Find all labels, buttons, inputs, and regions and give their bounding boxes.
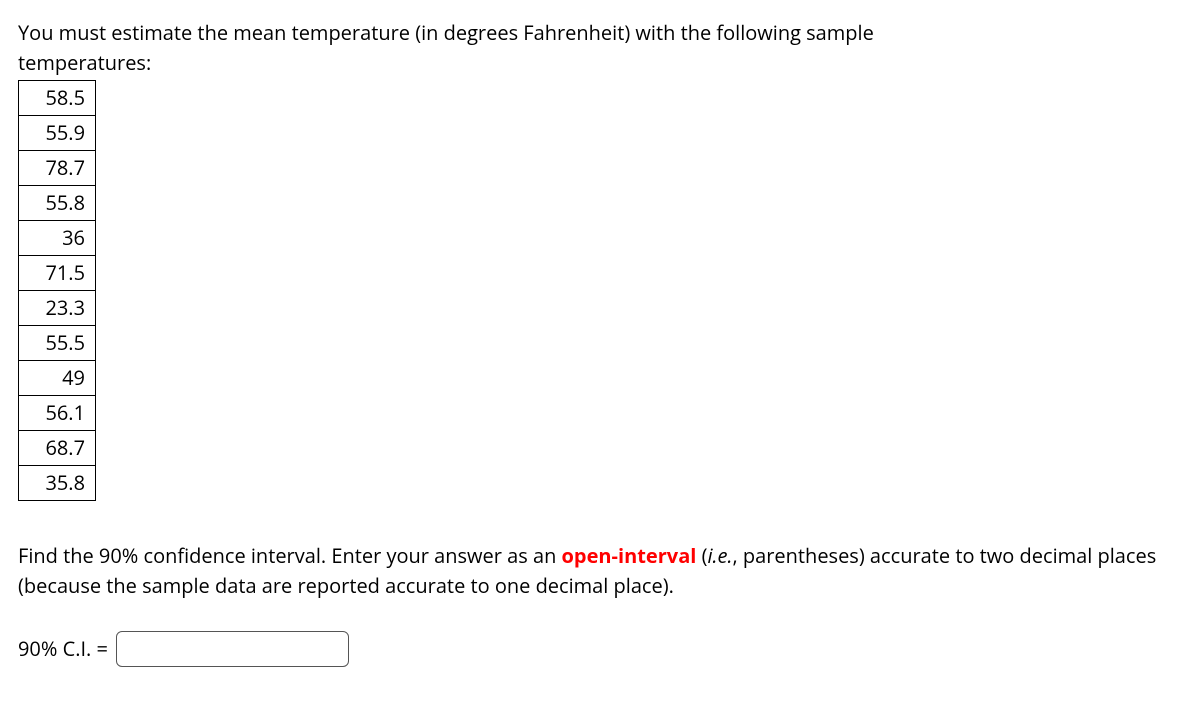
table-row: 58.5 — [19, 81, 96, 116]
instructions-mid1: ( — [696, 542, 707, 569]
intro-line-2: temperatures: — [18, 49, 151, 76]
table-row: 23.3 — [19, 291, 96, 326]
instructions-prefix: Find the 90% confidence interval. Enter … — [18, 542, 562, 569]
table-row: 55.9 — [19, 116, 96, 151]
temperature-cell: 35.8 — [19, 466, 96, 501]
instructions-text: Find the 90% confidence interval. Enter … — [18, 541, 1182, 601]
table-row: 55.5 — [19, 326, 96, 361]
intro-line-1: You must estimate the mean temperature (… — [18, 19, 874, 46]
temperature-cell: 78.7 — [19, 151, 96, 186]
table-row: 35.8 — [19, 466, 96, 501]
table-row: 56.1 — [19, 396, 96, 431]
open-interval-label: open-interval — [562, 542, 697, 569]
intro-text: You must estimate the mean temperature (… — [18, 18, 1182, 78]
answer-label: 90% C.I. = — [18, 634, 108, 664]
temperature-cell: 55.5 — [19, 326, 96, 361]
temperature-cell: 36 — [19, 221, 96, 256]
temperature-cell: 56.1 — [19, 396, 96, 431]
ie-text: i.e. — [707, 542, 732, 569]
table-row: 78.7 — [19, 151, 96, 186]
table-row: 55.8 — [19, 186, 96, 221]
temperature-cell: 55.8 — [19, 186, 96, 221]
table-row: 49 — [19, 361, 96, 396]
table-row: 71.5 — [19, 256, 96, 291]
temperature-cell: 71.5 — [19, 256, 96, 291]
temperature-cell: 23.3 — [19, 291, 96, 326]
table-row: 36 — [19, 221, 96, 256]
table-row: 68.7 — [19, 431, 96, 466]
temperature-table: 58.555.978.755.83671.523.355.54956.168.7… — [18, 80, 96, 501]
temperature-cell: 49 — [19, 361, 96, 396]
confidence-interval-input[interactable] — [116, 631, 349, 667]
temperature-cell: 68.7 — [19, 431, 96, 466]
temperature-cell: 58.5 — [19, 81, 96, 116]
answer-row: 90% C.I. = — [18, 631, 1182, 667]
temperature-cell: 55.9 — [19, 116, 96, 151]
